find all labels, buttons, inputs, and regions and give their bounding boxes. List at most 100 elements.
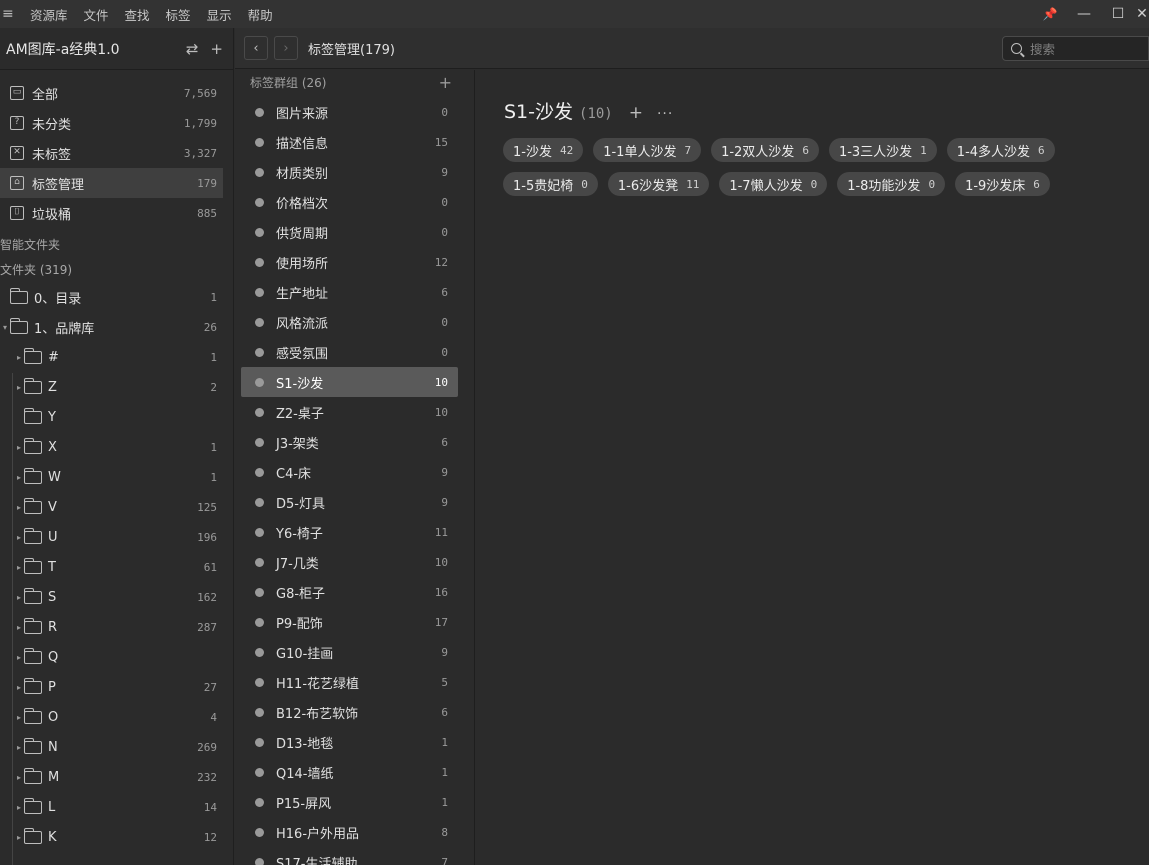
tag-group-item[interactable]: C4-床 9 xyxy=(241,457,458,487)
tag-chip[interactable]: 1-6沙发凳 11 xyxy=(607,172,710,196)
folder-item[interactable]: ▸ X 1 xyxy=(0,432,223,462)
folders-header[interactable]: 文件夹 (319) xyxy=(0,257,233,282)
tag-group-item[interactable]: 使用场所 12 xyxy=(241,247,458,277)
back-button[interactable]: ‹ xyxy=(244,36,268,60)
add-icon[interactable]: + xyxy=(210,40,223,58)
switch-library-icon[interactable]: ⇄ xyxy=(186,40,199,58)
folder-item[interactable]: ▾ 1、品牌库 26 xyxy=(0,312,223,342)
folder-item[interactable]: ▸ P 27 xyxy=(0,672,223,702)
tag-chip[interactable]: 1-8功能沙发 0 xyxy=(837,172,946,196)
collapsed-caret-icon[interactable]: ▸ xyxy=(14,353,24,362)
library-title[interactable]: AM图库-a经典1.0 xyxy=(6,39,120,59)
folder-item[interactable]: ▸ R 287 xyxy=(0,612,223,642)
menu-tags[interactable]: 标签 xyxy=(166,5,191,24)
tag-chip[interactable]: 1-9沙发床 6 xyxy=(955,172,1050,196)
nav-trash[interactable]: ⌷ 垃圾桶 885 xyxy=(0,198,223,228)
collapsed-caret-icon[interactable]: ▸ xyxy=(14,563,24,572)
tag-group-item[interactable]: D5-灯具 9 xyxy=(241,487,458,517)
tag-chip[interactable]: 1-2双人沙发 6 xyxy=(711,138,819,162)
folder-item[interactable]: ▸ Z 2 xyxy=(0,372,223,402)
nav-all[interactable]: ▭ 全部 7,569 xyxy=(0,78,223,108)
tag-group-item[interactable]: 生产地址 6 xyxy=(241,277,458,307)
tag-group-item[interactable]: S1-沙发 10 xyxy=(241,367,458,397)
folder-item[interactable]: ▸ Q xyxy=(0,642,223,672)
folder-item[interactable]: ▸ L 14 xyxy=(0,792,223,822)
tag-group-item[interactable]: Y6-椅子 11 xyxy=(241,517,458,547)
smart-folders-header[interactable]: 智能文件夹 xyxy=(0,232,233,257)
folder-item[interactable]: ▸ M 232 xyxy=(0,762,223,792)
collapsed-caret-icon[interactable]: ▸ xyxy=(14,653,24,662)
collapsed-caret-icon[interactable]: ▸ xyxy=(14,833,24,842)
collapsed-caret-icon[interactable]: ▸ xyxy=(14,623,24,632)
collapsed-caret-icon[interactable]: ▸ xyxy=(14,443,24,452)
folder-item[interactable]: ▸ W 1 xyxy=(0,462,223,492)
expanded-caret-icon[interactable]: ▾ xyxy=(0,323,10,332)
tag-group-item[interactable]: J7-几类 10 xyxy=(241,547,458,577)
folder-item[interactable]: ▸ N 269 xyxy=(0,732,223,762)
tag-chip[interactable]: 1-1单人沙发 7 xyxy=(593,138,702,162)
tag-chip[interactable]: 1-7懒人沙发 0 xyxy=(719,172,828,196)
tag-chip[interactable]: 1-5贵妃椅 0 xyxy=(503,172,598,196)
collapsed-caret-icon[interactable]: ▸ xyxy=(14,713,24,722)
add-tag-button[interactable]: + xyxy=(629,103,643,123)
collapsed-caret-icon[interactable]: ▸ xyxy=(14,383,24,392)
tag-group-item[interactable]: Z2-桌子 10 xyxy=(241,397,458,427)
hamburger-menu-icon[interactable]: ≡ xyxy=(2,6,16,22)
folder-item[interactable]: Y xyxy=(0,402,223,432)
collapsed-caret-icon[interactable]: ▸ xyxy=(14,533,24,542)
nav-unclassified[interactable]: ? 未分类 1,799 xyxy=(0,108,223,138)
close-icon[interactable]: ✕ xyxy=(1135,6,1149,22)
folder-item[interactable]: ▸ V 125 xyxy=(0,492,223,522)
folder-item[interactable]: ▸ O 4 xyxy=(0,702,223,732)
forward-button[interactable]: › xyxy=(274,36,298,60)
tag-chip[interactable]: 1-4多人沙发 6 xyxy=(946,138,1055,162)
minimize-icon[interactable]: — xyxy=(1067,6,1101,22)
tag-group-item[interactable]: H11-花艺绿植 5 xyxy=(241,667,458,697)
more-options-button[interactable]: ··· xyxy=(657,106,673,122)
tag-group-item[interactable]: G10-挂画 9 xyxy=(241,637,458,667)
tag-group-item[interactable]: 描述信息 15 xyxy=(241,127,458,157)
tag-group-item[interactable]: 材质类别 9 xyxy=(241,157,458,187)
tag-group-item[interactable]: D13-地毯 1 xyxy=(241,727,458,757)
collapsed-caret-icon[interactable]: ▸ xyxy=(14,593,24,602)
collapsed-caret-icon[interactable]: ▸ xyxy=(14,503,24,512)
tag-group-item[interactable]: P15-屏风 1 xyxy=(241,787,458,817)
menu-help[interactable]: 帮助 xyxy=(248,5,273,24)
tag-group-item[interactable]: J3-架类 6 xyxy=(241,427,458,457)
tag-group-item[interactable]: B12-布艺软饰 6 xyxy=(241,697,458,727)
tag-group-item[interactable]: 价格档次 0 xyxy=(241,187,458,217)
tag-group-item[interactable]: G8-柜子 16 xyxy=(241,577,458,607)
maximize-icon[interactable]: ☐ xyxy=(1101,6,1135,22)
folder-item[interactable]: ▸ K 12 xyxy=(0,822,223,852)
tag-group-item[interactable]: H16-户外用品 8 xyxy=(241,817,458,847)
folder-item[interactable]: ▸ T 61 xyxy=(0,552,223,582)
tag-chip[interactable]: 1-沙发 42 xyxy=(503,138,584,162)
tag-group-item[interactable]: S17-生活辅助 7 xyxy=(241,847,458,865)
menu-library[interactable]: 资源库 xyxy=(30,5,68,24)
folder-item[interactable]: 0、目录 1 xyxy=(0,282,223,312)
collapsed-caret-icon[interactable]: ▸ xyxy=(14,773,24,782)
folder-item[interactable]: ▸ U 196 xyxy=(0,522,223,552)
search-input[interactable]: 搜索 xyxy=(1002,36,1149,61)
menu-file[interactable]: 文件 xyxy=(84,5,109,24)
folder-item[interactable]: ▸ # 1 xyxy=(0,342,223,372)
tag-group-item[interactable]: 风格流派 0 xyxy=(241,307,458,337)
tag-group-list: 图片来源 0 描述信息 15 材质类别 9 价格档次 0 供货周期 0 使用场所 12 生产地址 6 风格流… xyxy=(235,97,474,865)
collapsed-caret-icon[interactable]: ▸ xyxy=(14,473,24,482)
tag-chip[interactable]: 1-3三人沙发 1 xyxy=(828,138,937,162)
tag-group-item[interactable]: Q14-墙纸 1 xyxy=(241,757,458,787)
nav-tag-manager[interactable]: ⌂ 标签管理 179 xyxy=(0,168,223,198)
tag-group-item[interactable]: 供货周期 0 xyxy=(241,217,458,247)
folder-item[interactable]: ▸ S 162 xyxy=(0,582,223,612)
add-tag-group-icon[interactable]: + xyxy=(439,73,452,92)
tag-group-item[interactable]: 感受氛围 0 xyxy=(241,337,458,367)
collapsed-caret-icon[interactable]: ▸ xyxy=(14,743,24,752)
collapsed-caret-icon[interactable]: ▸ xyxy=(14,683,24,692)
tag-group-item[interactable]: 图片来源 0 xyxy=(241,97,458,127)
tag-group-item[interactable]: P9-配饰 17 xyxy=(241,607,458,637)
menu-view[interactable]: 显示 xyxy=(207,5,232,24)
menu-find[interactable]: 查找 xyxy=(125,5,150,24)
pin-icon[interactable]: 📌 xyxy=(1033,7,1067,21)
collapsed-caret-icon[interactable]: ▸ xyxy=(14,803,24,812)
nav-untagged[interactable]: ✕ 未标签 3,327 xyxy=(0,138,223,168)
